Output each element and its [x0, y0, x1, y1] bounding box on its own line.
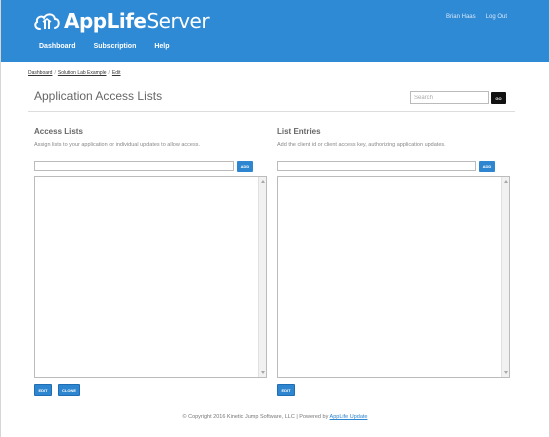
app-logo[interactable]: AppLifeServer	[33, 8, 210, 34]
edit-list-entry-button[interactable]: EDIT	[277, 384, 295, 396]
app-header: AppLifeServer Brian Haas Log Out Dashboa…	[1, 0, 549, 62]
page-title: Application Access Lists	[34, 89, 163, 103]
access-lists-listbox[interactable]	[34, 176, 267, 378]
list-entries-description: Add the client id or client access key, …	[277, 142, 446, 148]
nav-help[interactable]: Help	[154, 43, 169, 50]
main-nav: Dashboard Subscription Help	[39, 43, 188, 50]
nav-subscription[interactable]: Subscription	[94, 43, 137, 50]
scroll-down-icon[interactable]	[504, 371, 508, 374]
cloud-icon	[34, 13, 60, 30]
footer: © Copyright 2016 Kinetic Jump Software, …	[1, 414, 549, 420]
user-links: Brian Haas Log Out	[446, 14, 507, 20]
search-input[interactable]	[410, 91, 489, 104]
list-entries-title: List Entries	[277, 127, 321, 136]
access-lists-scrollbar[interactable]	[258, 177, 266, 377]
scroll-down-icon[interactable]	[261, 371, 265, 374]
edit-access-list-button[interactable]: EDIT	[34, 384, 52, 396]
list-entries-listbox[interactable]	[277, 176, 510, 378]
breadcrumb-dashboard[interactable]: Dashboard	[28, 70, 52, 76]
nav-dashboard[interactable]: Dashboard	[39, 43, 76, 50]
access-lists-title: Access Lists	[34, 127, 83, 136]
user-name-link[interactable]: Brian Haas	[446, 14, 476, 20]
list-entries-scrollbar[interactable]	[501, 177, 509, 377]
add-list-entry-button[interactable]: ADD	[479, 161, 495, 172]
access-list-input[interactable]	[34, 161, 234, 171]
clone-access-list-button[interactable]: CLONE	[58, 384, 80, 396]
list-entry-input[interactable]	[277, 161, 476, 171]
divider	[28, 111, 515, 112]
breadcrumb-edit[interactable]: Edit	[112, 70, 121, 76]
go-button[interactable]: GO	[491, 92, 506, 104]
scroll-up-icon[interactable]	[261, 180, 265, 183]
scroll-up-icon[interactable]	[504, 180, 508, 183]
access-lists-description: Assign lists to your application or indi…	[34, 142, 201, 148]
logo-text: AppLifeServer	[64, 9, 210, 33]
footer-copyright: © Copyright 2016 Kinetic Jump Software, …	[182, 414, 330, 420]
logout-link[interactable]: Log Out	[486, 14, 507, 20]
footer-applife-update-link[interactable]: AppLife Update	[330, 414, 368, 420]
breadcrumb-solution[interactable]: Solution Lab Example	[58, 70, 107, 76]
breadcrumb: Dashboard / Solution Lab Example / Edit	[28, 70, 121, 76]
add-access-list-button[interactable]: ADD	[237, 161, 253, 172]
